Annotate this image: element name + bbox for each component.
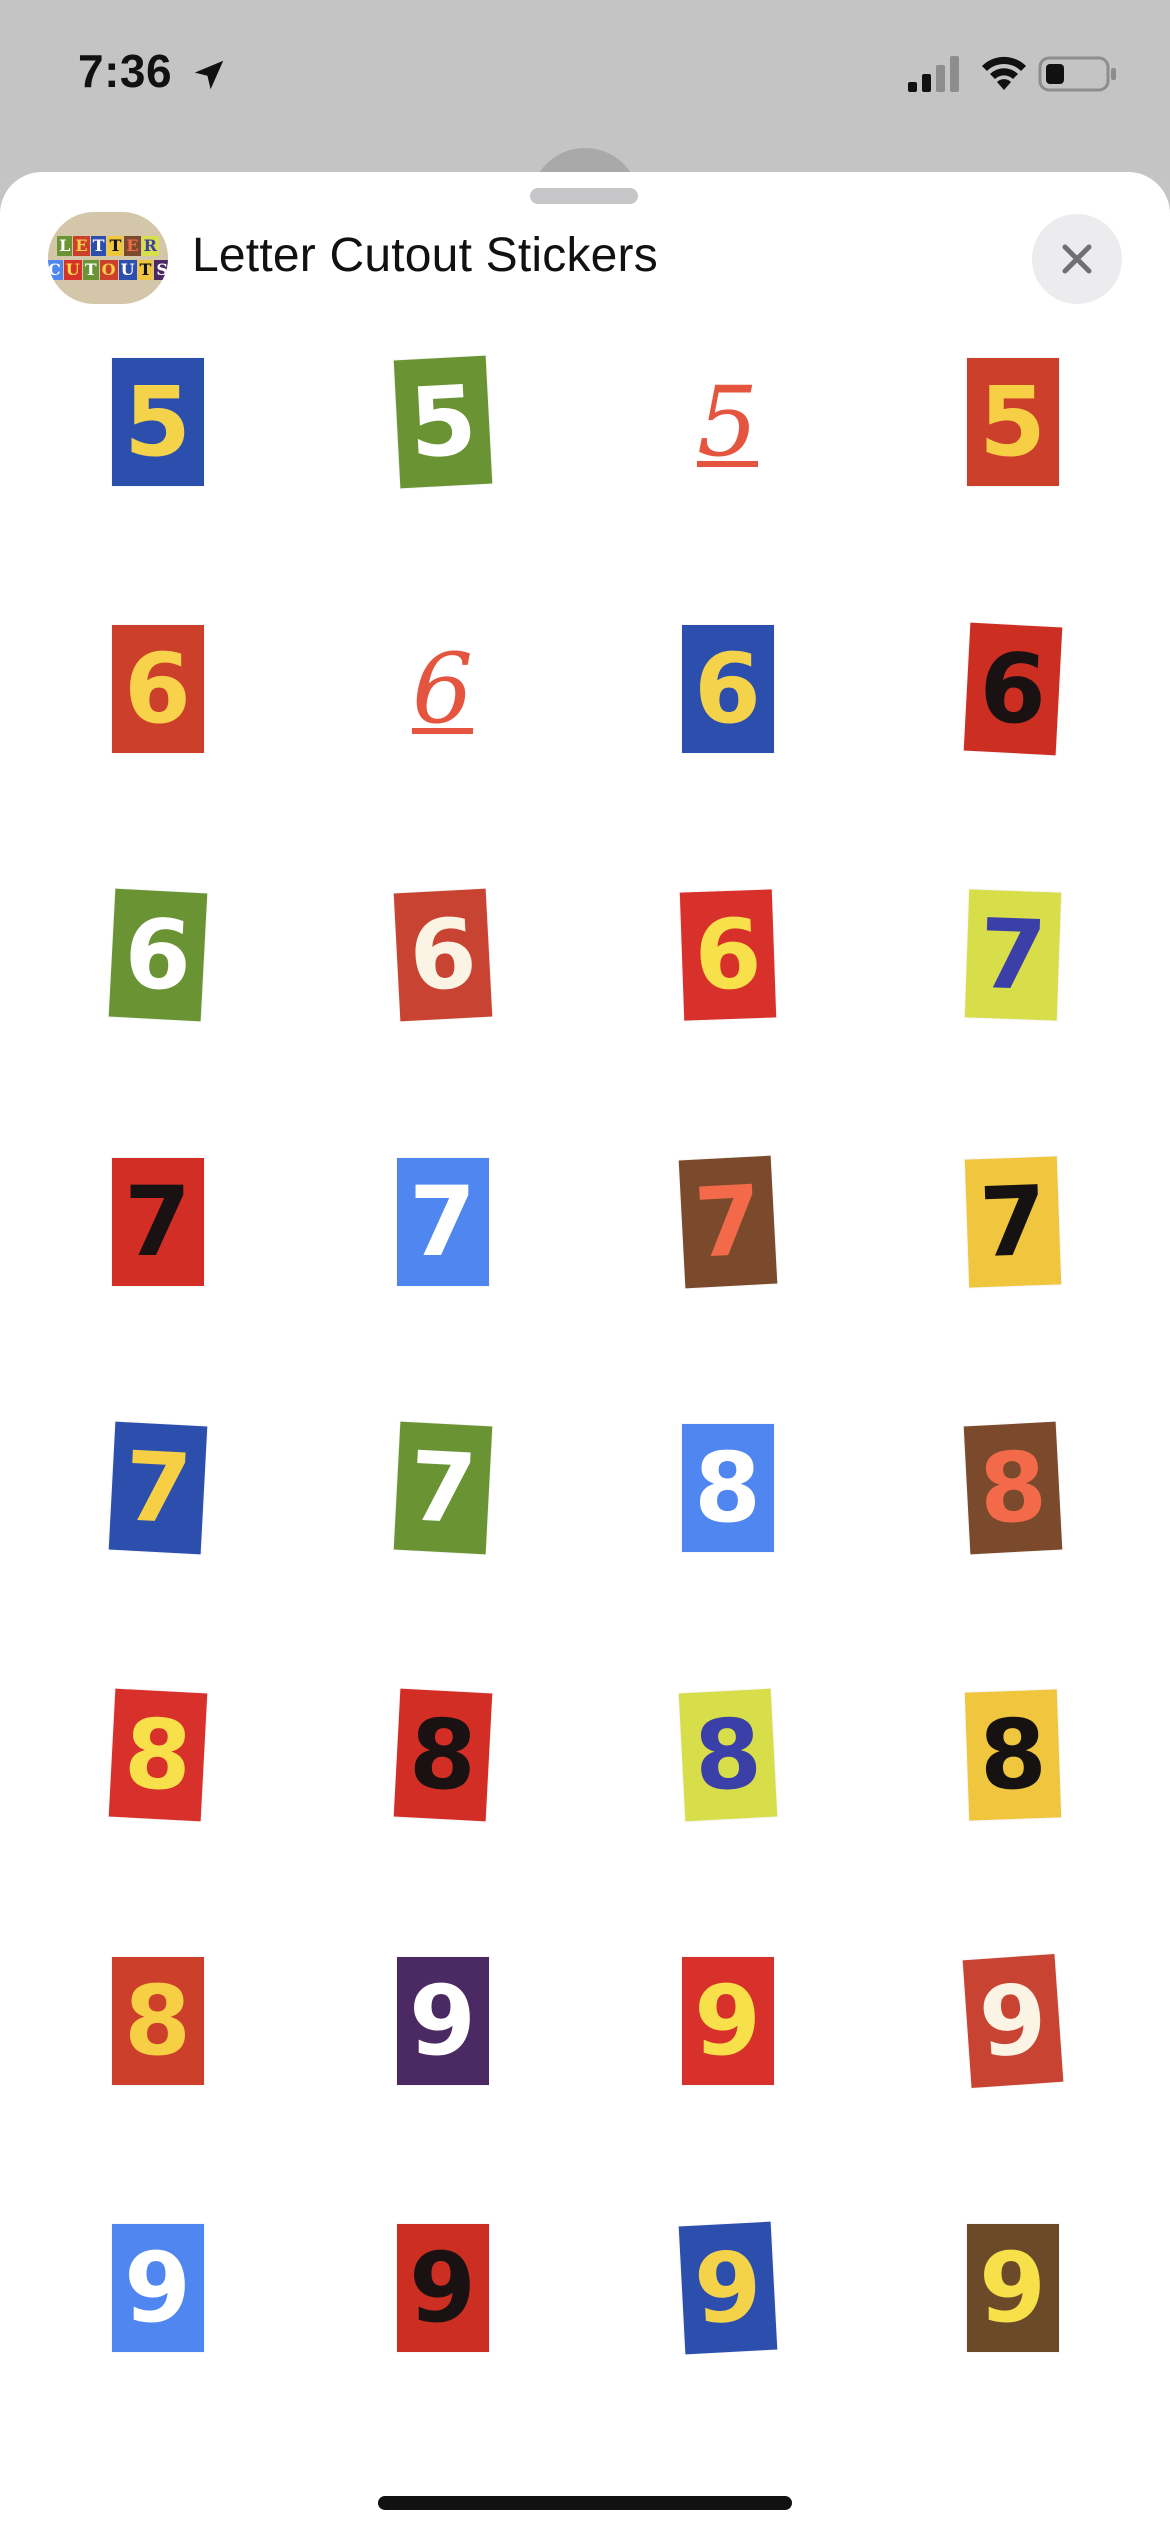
sticker-cell[interactable]: 5 (300, 352, 585, 492)
status-time: 7:36 (78, 45, 173, 97)
sticker-8[interactable]: 8 (963, 1421, 1062, 1555)
app-icon-letter: E (73, 236, 90, 256)
sticker-cell[interactable]: 5 (585, 352, 870, 492)
sheet-grabber[interactable] (530, 188, 638, 204)
sticker-6[interactable]: 6 (963, 622, 1062, 755)
app-icon-letter: T (82, 260, 99, 280)
sticker-cell[interactable]: 6 (300, 885, 585, 1025)
sticker-grid: 5 5 5 5 6 6 6 6 6 6 6 7 7 7 7 7 7 7 8 8 8 8 8 8 8 9 9 9 9 9 9 9 (0, 352, 1170, 2484)
sticker-cell[interactable]: 7 (300, 1418, 585, 1558)
app-icon-line-2: C U T O U T S (48, 260, 168, 280)
location-arrow-icon (194, 60, 224, 90)
app-icon-letter: T (137, 260, 154, 280)
app-icon-line-1: L E T T E R (57, 236, 159, 256)
sticker-9[interactable]: 9 (396, 1957, 489, 2085)
sticker-cell[interactable]: 7 (870, 1152, 1155, 1292)
sticker-cell[interactable]: 9 (585, 1951, 870, 2091)
battery-icon (1038, 56, 1116, 92)
sticker-7[interactable]: 7 (964, 1155, 1061, 1288)
sticker-6[interactable]: 6 (397, 625, 489, 753)
sticker-6[interactable]: 6 (111, 624, 204, 753)
wifi-icon (982, 56, 1026, 90)
sticker-7[interactable]: 7 (964, 889, 1061, 1021)
status-bar: 7:36 (0, 0, 1170, 160)
app-icon: L E T T E R C U T O U T S (48, 212, 168, 304)
sticker-7[interactable]: 7 (393, 1421, 492, 1555)
sticker-cell[interactable]: 6 (15, 885, 300, 1025)
sticker-7[interactable]: 7 (678, 1155, 777, 1288)
sticker-6[interactable]: 6 (681, 624, 774, 753)
sticker-9[interactable]: 9 (396, 2223, 489, 2352)
close-button[interactable] (1032, 214, 1122, 304)
sticker-6[interactable]: 6 (393, 888, 492, 1022)
sticker-cell[interactable]: 8 (870, 1685, 1155, 1825)
sticker-cell[interactable]: 8 (870, 1418, 1155, 1558)
sticker-5[interactable]: 5 (111, 358, 204, 486)
app-icon-letter: T (90, 236, 107, 256)
sticker-8[interactable]: 8 (393, 1688, 492, 1821)
sticker-cell[interactable]: 5 (15, 352, 300, 492)
sticker-cell[interactable]: 9 (300, 1951, 585, 2091)
sticker-cell[interactable]: 5 (870, 352, 1155, 492)
sticker-cell[interactable]: 8 (15, 1951, 300, 2091)
sticker-8[interactable]: 8 (111, 1957, 204, 2085)
sheet-title: Letter Cutout Stickers (192, 229, 658, 282)
sticker-cell[interactable]: 6 (300, 619, 585, 759)
close-icon (1062, 244, 1092, 274)
sticker-8[interactable]: 8 (678, 1688, 777, 1821)
sticker-7[interactable]: 7 (111, 1157, 204, 1286)
sticker-9[interactable]: 9 (681, 1957, 774, 2085)
sticker-cell[interactable]: 7 (870, 885, 1155, 1025)
sticker-9[interactable]: 9 (111, 2223, 204, 2352)
sticker-cell[interactable]: 8 (585, 1685, 870, 1825)
app-icon-letter: O (99, 260, 118, 280)
sticker-cell[interactable]: 8 (15, 1685, 300, 1825)
sticker-cell[interactable]: 7 (585, 1152, 870, 1292)
app-icon-letter: E (124, 236, 141, 256)
sticker-cell[interactable]: 6 (585, 619, 870, 759)
sticker-cell[interactable]: 9 (300, 2218, 585, 2358)
sticker-6[interactable]: 6 (679, 889, 776, 1021)
sticker-5[interactable]: 5 (682, 358, 774, 486)
sticker-5[interactable]: 5 (966, 358, 1059, 486)
sticker-cell[interactable]: 7 (15, 1152, 300, 1292)
app-icon-letter: S (154, 260, 168, 280)
sticker-cell[interactable]: 6 (585, 885, 870, 1025)
sticker-cell[interactable]: 9 (585, 2218, 870, 2358)
sticker-8[interactable]: 8 (964, 1688, 1061, 1821)
home-indicator[interactable] (378, 2496, 792, 2510)
cellular-signal-icon (908, 56, 959, 92)
sticker-6[interactable]: 6 (108, 888, 207, 1022)
sticker-5[interactable]: 5 (393, 355, 492, 489)
sticker-cell[interactable]: 8 (585, 1418, 870, 1558)
sticker-7[interactable]: 7 (108, 1421, 207, 1555)
sticker-cell[interactable]: 9 (870, 2218, 1155, 2358)
sticker-sheet: L E T T E R C U T O U T S Letter Cutout … (0, 172, 1170, 2532)
sticker-cell[interactable]: 9 (15, 2218, 300, 2358)
app-icon-letter: U (63, 260, 82, 280)
sticker-9[interactable]: 9 (678, 2221, 777, 2354)
sticker-cell[interactable]: 6 (15, 619, 300, 759)
sticker-9[interactable]: 9 (962, 1953, 1063, 2089)
app-icon-letter: T (107, 236, 124, 256)
sticker-9[interactable]: 9 (966, 2223, 1059, 2352)
sticker-cell[interactable]: 9 (870, 1951, 1155, 2091)
sticker-7[interactable]: 7 (396, 1157, 489, 1286)
sticker-cell[interactable]: 8 (300, 1685, 585, 1825)
app-icon-letter: L (57, 236, 73, 256)
sticker-cell[interactable]: 7 (15, 1418, 300, 1558)
sticker-8[interactable]: 8 (681, 1424, 774, 1552)
sticker-cell[interactable]: 6 (870, 619, 1155, 759)
app-icon-letter: U (118, 260, 137, 280)
sticker-cell[interactable]: 7 (300, 1152, 585, 1292)
app-icon-letter: C (48, 260, 63, 280)
sticker-8[interactable]: 8 (108, 1688, 207, 1821)
app-icon-letter: R (141, 236, 159, 256)
